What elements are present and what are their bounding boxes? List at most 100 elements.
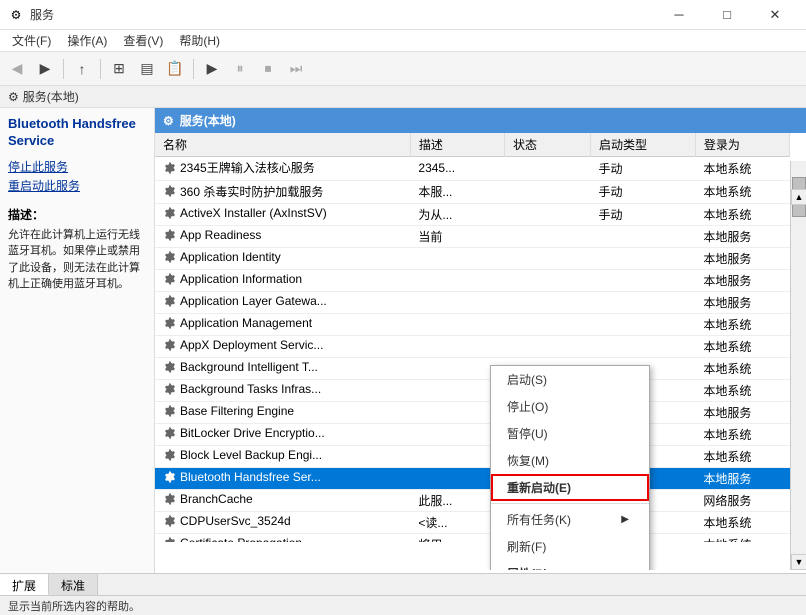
description-label: 描述： [0, 200, 154, 225]
service-startup-cell [591, 336, 696, 358]
context-menu-item-all_tasks[interactable]: 所有任务(K)▶ [491, 506, 649, 533]
play-button[interactable]: ▶ [199, 56, 225, 82]
service-startup-cell: 手动 [591, 204, 696, 226]
table-row[interactable]: CDPUserSvc_3524d<读...正在...自动本地系统 [155, 512, 790, 534]
right-panel-title: 服务(本地) [180, 112, 236, 129]
service-login-cell: 本地系统 [695, 336, 789, 358]
context-menu-item-refresh[interactable]: 刷新(F) [491, 533, 649, 560]
context-menu-item-restart[interactable]: 重新启动(E) [491, 474, 649, 501]
tab-standard[interactable]: 标准 [49, 574, 98, 595]
service-login-cell: 本地服务 [695, 292, 789, 314]
service-name-cell: Application Layer Gatewa... [155, 292, 410, 314]
scrollbar-up-btn[interactable]: ▲ [791, 189, 806, 205]
minimize-button[interactable]: ─ [656, 0, 702, 30]
service-name-cell: Certificate Propagation [155, 534, 410, 543]
table-row[interactable]: Block Level Backup Engi...本地系统 [155, 446, 790, 468]
context-menu-item-start[interactable]: 启动(S) [491, 366, 649, 393]
back-button[interactable]: ◀ [4, 56, 30, 82]
breadcrumb-bar: ⚙ 服务(本地) [0, 86, 806, 108]
service-login-cell: 本地系统 [695, 157, 789, 181]
table-row[interactable]: Certificate Propagation将用...手动本地系统 [155, 534, 790, 543]
table-row[interactable]: BitLocker Drive Encryptio...本地系统 [155, 424, 790, 446]
pause-button[interactable]: ⏸ [227, 56, 253, 82]
service-name-cell: Block Level Backup Engi... [155, 446, 410, 468]
description-text: 允许在此计算机上运行无线蓝牙耳机。如果停止或禁用了此设备，则无法在此计算机上正确… [0, 225, 154, 295]
table-row[interactable]: Background Intelligent T...本地系统 [155, 358, 790, 380]
service-name-cell: AppX Deployment Servic... [155, 336, 410, 358]
table-row[interactable]: Base Filtering Engine本地服务 [155, 402, 790, 424]
service-startup-cell: 手动 [591, 180, 696, 204]
service-status-cell [504, 314, 590, 336]
table-row[interactable]: AppX Deployment Servic... 本地系统 [155, 336, 790, 358]
restart-service-link[interactable]: 重启动此服务 [8, 177, 146, 194]
service-startup-cell [591, 248, 696, 270]
close-button[interactable]: ✕ [752, 0, 798, 30]
maximize-button[interactable]: □ [704, 0, 750, 30]
service-name-cell: BranchCache [155, 490, 410, 512]
context-menu-item-resume[interactable]: 恢复(M) [491, 447, 649, 474]
menu-bar: 文件(F) 操作(A) 查看(V) 帮助(H) [0, 30, 806, 52]
context-menu-item-properties[interactable]: 属性(R) [491, 560, 649, 570]
up-button[interactable]: ↑ [69, 56, 95, 82]
col-name[interactable]: 名称 [155, 133, 410, 157]
service-desc-cell: 本服... [410, 180, 504, 204]
service-desc-cell: 为从... [410, 204, 504, 226]
service-startup-cell [591, 226, 696, 248]
submenu-arrow-icon: ▶ [621, 514, 629, 525]
forward-button[interactable]: ▶ [32, 56, 58, 82]
menu-action[interactable]: 操作(A) [59, 30, 115, 51]
service-login-cell: 本地服务 [695, 270, 789, 292]
col-login[interactable]: 登录为 [695, 133, 789, 157]
menu-help[interactable]: 帮助(H) [171, 30, 228, 51]
context-menu-item-pause[interactable]: 暂停(U) [491, 420, 649, 447]
show-hide-button[interactable]: ⊞ [106, 56, 132, 82]
table-row[interactable]: 360 杀毒实时防护加载服务本服...手动本地系统 [155, 180, 790, 204]
properties-button[interactable]: 📋 [162, 56, 188, 82]
view-button[interactable]: ▤ [134, 56, 160, 82]
service-desc-cell [410, 270, 504, 292]
stop-button[interactable]: ⏹ [255, 56, 281, 82]
stop-service-link[interactable]: 停止此服务 [8, 158, 146, 175]
service-login-cell: 本地系统 [695, 180, 789, 204]
service-login-cell: 本地系统 [695, 512, 789, 534]
service-name-cell: Application Management [155, 314, 410, 336]
service-desc-cell [410, 314, 504, 336]
table-row[interactable]: Background Tasks Infras...本地系统 [155, 380, 790, 402]
left-panel: Bluetooth Handsfree Service 停止此服务 重启动此服务… [0, 108, 155, 573]
col-desc[interactable]: 描述 [410, 133, 504, 157]
table-row[interactable]: Application Management本地系统 [155, 314, 790, 336]
table-row[interactable]: BranchCache此服...手动网络服务 [155, 490, 790, 512]
service-login-cell: 网络服务 [695, 490, 789, 512]
table-row[interactable]: Application Identity本地服务 [155, 248, 790, 270]
col-status[interactable]: 状态 [504, 133, 590, 157]
table-row[interactable]: ActiveX Installer (AxInstSV)为从...手动本地系统 [155, 204, 790, 226]
table-row[interactable]: Application Information本地服务 [155, 270, 790, 292]
service-name-cell: ActiveX Installer (AxInstSV) [155, 204, 410, 226]
toolbar-separator-3 [193, 59, 194, 79]
service-status-cell [504, 226, 590, 248]
menu-view[interactable]: 查看(V) [115, 30, 171, 51]
table-row[interactable]: Application Layer Gatewa... 本地服务 [155, 292, 790, 314]
table-row[interactable]: Bluetooth Handsfree Ser...正在运行本地服务 [155, 468, 790, 490]
scrollbar-down-btn[interactable]: ▼ [791, 554, 806, 570]
service-desc-cell: 当前 [410, 226, 504, 248]
menu-file[interactable]: 文件(F) [4, 30, 59, 51]
scrollbar[interactable]: ▲ ▼ [790, 161, 806, 570]
service-startup-cell [591, 292, 696, 314]
service-name-cell: BitLocker Drive Encryptio... [155, 424, 410, 446]
table-container: 名称 描述 状态 启动类型 登录为 2345王牌输入法核心服务2345...手动… [155, 133, 806, 570]
table-header-row: 名称 描述 状态 启动类型 登录为 [155, 133, 790, 157]
context-menu-item-stop[interactable]: 停止(O) [491, 393, 649, 420]
service-status-cell [504, 157, 590, 181]
tab-extended[interactable]: 扩展 [0, 574, 49, 595]
context-menu: 启动(S)停止(O)暂停(U)恢复(M)重新启动(E) 所有任务(K)▶刷新(F)… [490, 365, 650, 570]
col-startup[interactable]: 启动类型 [591, 133, 696, 157]
restart-button[interactable]: ⏭ [283, 56, 309, 82]
table-row[interactable]: App Readiness当前本地服务 [155, 226, 790, 248]
service-status-cell [504, 336, 590, 358]
table-row[interactable]: 2345王牌输入法核心服务2345...手动本地系统 [155, 157, 790, 181]
service-status-cell [504, 292, 590, 314]
context-menu-separator [491, 503, 649, 504]
window-controls: ─ □ ✕ [656, 0, 798, 30]
table-scroll[interactable]: 名称 描述 状态 启动类型 登录为 2345王牌输入法核心服务2345...手动… [155, 133, 790, 542]
